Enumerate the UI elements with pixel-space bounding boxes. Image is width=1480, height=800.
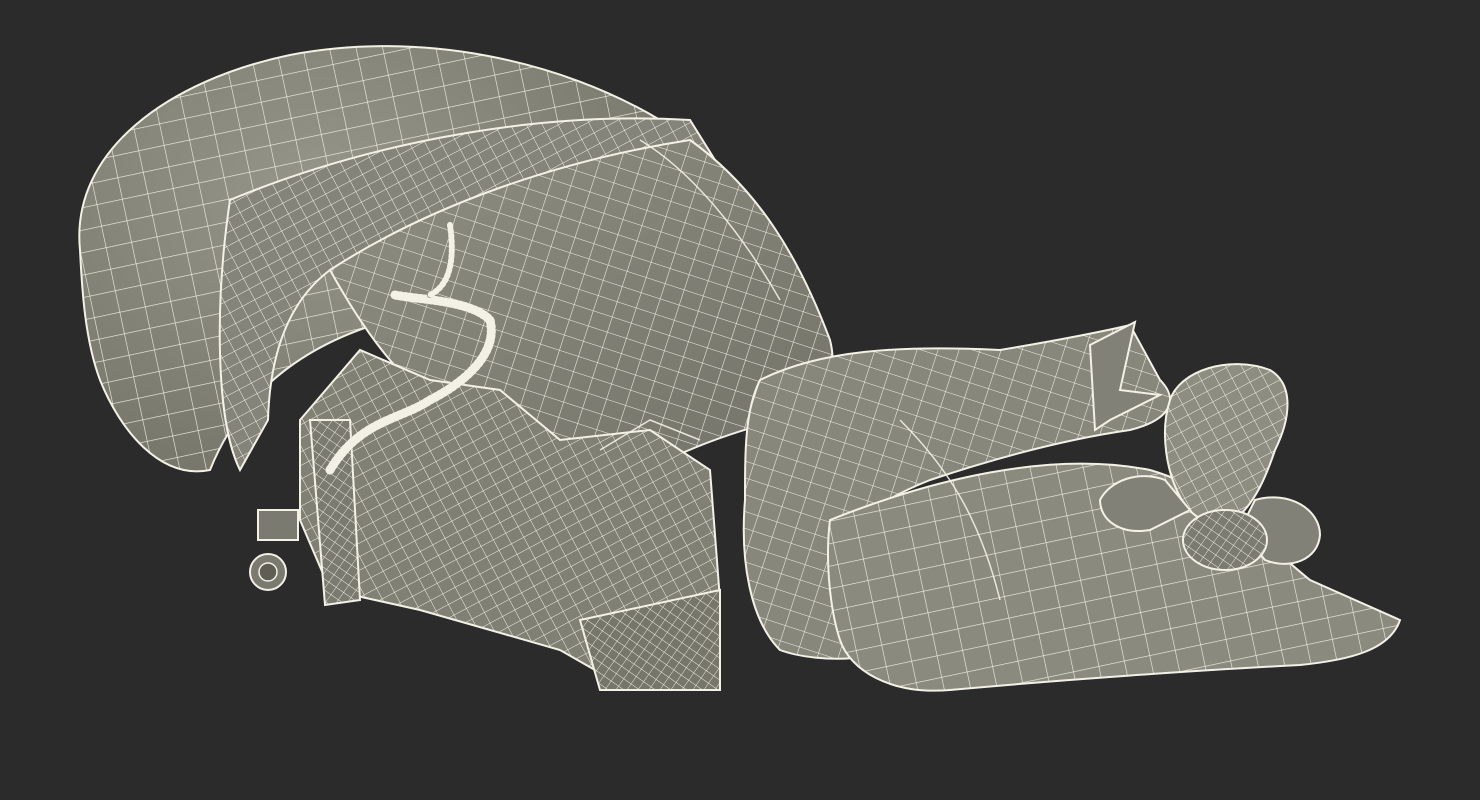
outboard-motor-render xyxy=(78,45,1402,692)
render-viewport xyxy=(0,0,1480,800)
